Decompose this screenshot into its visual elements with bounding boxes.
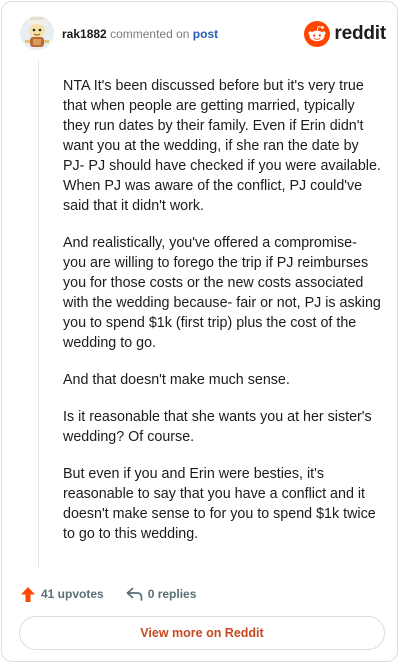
upvote-count: 41 upvotes	[41, 587, 104, 601]
username-link[interactable]: rak1882	[62, 27, 107, 41]
reddit-wordmark: reddit	[334, 23, 386, 44]
comment-card: rak1882 commented on post reddit NTA It'…	[1, 1, 398, 662]
upvote-button[interactable]: 41 upvotes	[20, 586, 104, 603]
comment-meta: rak1882 commented on post	[62, 27, 218, 41]
action-text: commented on	[110, 27, 190, 41]
comment-body: NTA It's been discussed before but it's …	[63, 76, 381, 561]
comment-header: rak1882 commented on post reddit	[20, 16, 386, 54]
user-avatar[interactable]	[20, 16, 54, 50]
comment-paragraph: And realistically, you've offered a comp…	[63, 235, 381, 351]
comment-paragraph: But even if you and Erin were besties, i…	[63, 466, 376, 542]
reply-button[interactable]: 0 replies	[126, 587, 197, 602]
thread-line	[38, 60, 39, 567]
view-more-button[interactable]: View more on Reddit	[19, 616, 385, 650]
reddit-snoo-icon	[304, 21, 331, 47]
comment-paragraph: NTA It's been discussed before but it's …	[63, 78, 381, 214]
reddit-logo[interactable]: reddit	[304, 21, 386, 47]
comment-paragraph: And that doesn't make much sense.	[63, 372, 290, 388]
upvote-arrow-icon	[21, 586, 35, 602]
reply-count: 0 replies	[147, 587, 197, 601]
post-link[interactable]: post	[193, 27, 218, 41]
comment-actions: 41 upvotes 0 replies	[20, 584, 218, 604]
reply-arrow-icon	[126, 587, 143, 601]
comment-paragraph: Is it reasonable that she wants you at h…	[63, 409, 372, 445]
avatar-image	[20, 16, 54, 50]
